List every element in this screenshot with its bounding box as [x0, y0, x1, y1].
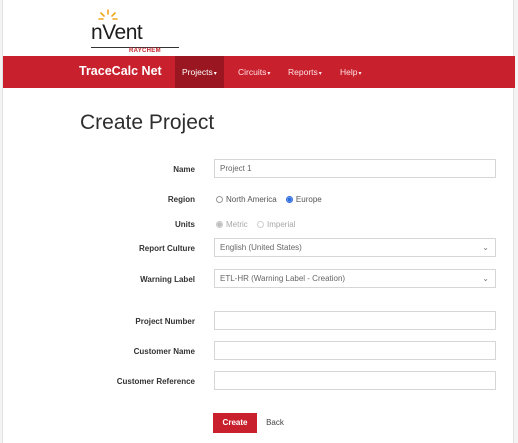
chevron-down-icon: ⌄ [482, 274, 489, 283]
nav-projects-label: Projects [182, 67, 213, 77]
create-button[interactable]: Create [213, 413, 257, 433]
radio-button-selected[interactable] [216, 221, 223, 228]
region-radio-group: North America Europe [216, 195, 329, 204]
radio-button[interactable] [216, 196, 223, 203]
top-navbar: TraceCalc Net Projects▾ Circuits▾ Report… [3, 56, 515, 88]
nvent-logo[interactable]: nVent RAYCHEM [91, 8, 181, 54]
warning-label-value: ETL-HR (Warning Label - Creation) [220, 274, 346, 283]
warning-label-select[interactable]: ETL-HR (Warning Label - Creation) ⌄ [214, 269, 496, 288]
report-culture-label: Report Culture [139, 244, 195, 253]
project-number-input[interactable] [214, 311, 496, 330]
report-culture-value: English (United States) [220, 243, 302, 252]
units-radio-group: Metric Imperial [216, 220, 302, 229]
units-label: Units [175, 220, 195, 229]
logo-wordmark: nVent [91, 21, 143, 44]
radio-button[interactable] [257, 221, 265, 228]
units-option-label: Metric [226, 220, 248, 229]
region-label: Region [167, 195, 195, 204]
customer-name-label: Customer Name [133, 347, 195, 356]
chevron-down-icon: ⌄ [482, 243, 489, 252]
units-option-label: Imperial [267, 220, 296, 229]
customer-reference-label: Customer Reference [116, 377, 195, 386]
nav-help-label: Help [340, 67, 358, 77]
back-button[interactable]: Back [261, 413, 289, 433]
name-input[interactable]: Project 1 [214, 159, 496, 178]
name-label: Name [173, 165, 195, 174]
nav-reports-menu[interactable]: Reports▾ [281, 56, 329, 88]
customer-reference-input[interactable] [214, 371, 496, 390]
caret-down-icon: ▾ [318, 71, 322, 77]
region-option-label: Europe [295, 195, 322, 204]
nav-circuits-menu[interactable]: Circuits▾ [231, 56, 277, 88]
customer-name-input[interactable] [214, 341, 496, 360]
app-name-link[interactable]: TraceCalc Net [79, 64, 162, 78]
units-imperial-option[interactable]: Imperial [257, 220, 295, 229]
warning-label-label: Warning Label [140, 275, 195, 284]
caret-down-icon: ▾ [267, 71, 271, 77]
caret-down-icon: ▾ [358, 71, 362, 77]
units-metric-option[interactable]: Metric [216, 220, 248, 229]
page: nVent RAYCHEM TraceCalc Net Projects▾ Ci… [2, 0, 515, 443]
region-europe-option[interactable]: Europe [285, 195, 322, 204]
project-number-label: Project Number [135, 317, 195, 326]
logo-subbrand: RAYCHEM [129, 48, 161, 54]
nav-circuits-label: Circuits [238, 67, 267, 77]
nav-projects-menu[interactable]: Projects▾ [175, 56, 224, 88]
radio-button-selected[interactable] [285, 196, 293, 203]
page-title: Create Project [80, 111, 215, 134]
region-option-label: North America [226, 195, 277, 204]
nav-help-menu[interactable]: Help▾ [333, 56, 369, 88]
report-culture-select[interactable]: English (United States) ⌄ [214, 238, 496, 257]
nav-reports-label: Reports [288, 67, 318, 77]
name-input-value: Project 1 [220, 164, 252, 173]
caret-down-icon: ▾ [213, 71, 217, 77]
region-north-america-option[interactable]: North America [216, 195, 277, 204]
